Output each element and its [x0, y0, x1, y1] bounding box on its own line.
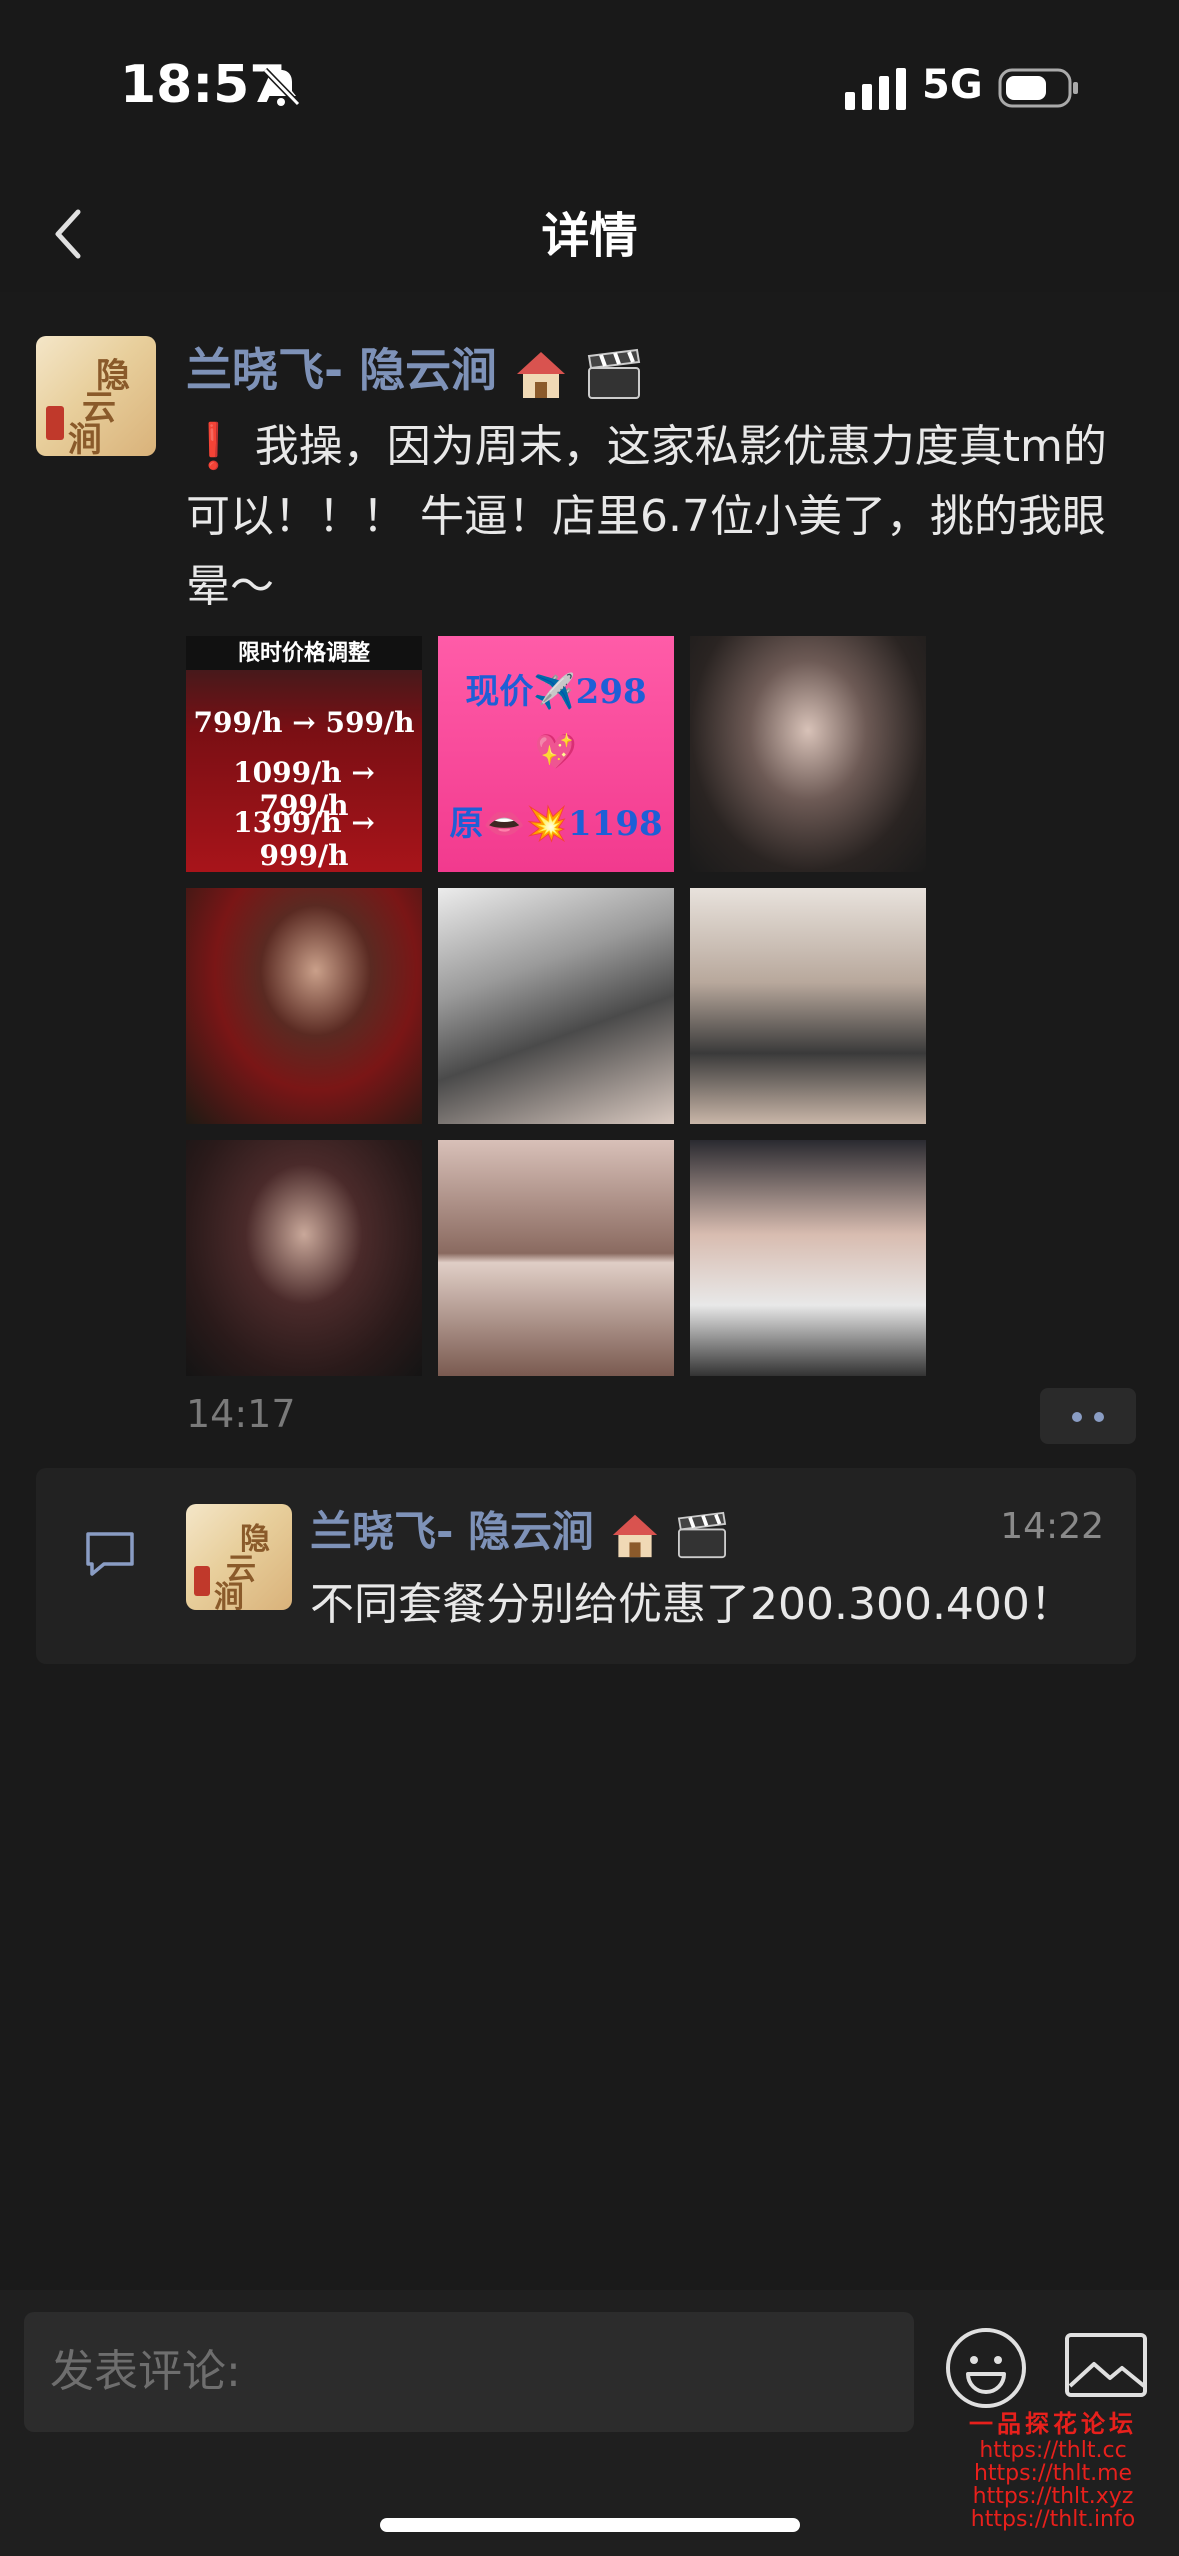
image-thumb-9[interactable]: [690, 1140, 926, 1376]
post-author[interactable]: 兰晓飞- 隐云涧: [186, 334, 643, 400]
post-text: ❗ 我操，因为周末，这家私影优惠力度真tm的可以！！！ 牛逼！店里6.7位小美了…: [186, 421, 1107, 612]
more-actions-button[interactable]: [1040, 1388, 1136, 1444]
comment-input-bar: 发表评论: 一品探花论坛 https://thlt.cc https://thl…: [0, 2290, 1179, 2556]
image-thumb-3[interactable]: [690, 636, 926, 872]
comment-section: 隐 云 涧 兰晓飞- 隐云涧 14:22 不同套餐分别给优惠了200.300.4…: [36, 1468, 1136, 1664]
network-type: 5G: [922, 62, 983, 108]
image-thumb-5[interactable]: [438, 888, 674, 1124]
watermark: 一品探花论坛 https://thlt.cc https://thlt.me h…: [969, 2409, 1137, 2532]
author-avatar[interactable]: 隐 云 涧: [36, 336, 156, 456]
seal-mark: [46, 406, 64, 440]
comment-author[interactable]: 兰晓飞- 隐云涧: [310, 1498, 729, 1559]
image-thumb-1[interactable]: 限时价格调整 799/h → 599/h 1099/h → 799/h 1399…: [186, 636, 422, 872]
commenter-avatar[interactable]: 隐 云 涧: [186, 1504, 292, 1610]
nav-bar: 详情: [0, 170, 1179, 294]
battery-icon: [998, 68, 1078, 108]
page-title: 详情: [541, 208, 638, 264]
status-bar: 18:57 5G: [0, 0, 1179, 170]
comment-icon: [86, 1532, 134, 1576]
emoji-icon[interactable]: [944, 2326, 1028, 2410]
image-thumb-7[interactable]: [186, 1140, 422, 1376]
comment-input[interactable]: 发表评论:: [24, 2312, 914, 2432]
house-emoji-icon: [612, 1514, 657, 1557]
image-thumb-6[interactable]: [690, 888, 926, 1124]
image-thumb-2[interactable]: 现价✈️298 💖 原👄💥1198: [438, 636, 674, 872]
clapperboard-emoji-icon: [587, 348, 641, 399]
bell-muted-icon: [262, 67, 301, 107]
clapperboard-emoji-icon: [678, 1511, 727, 1558]
image-thumb-8[interactable]: [438, 1140, 674, 1376]
comment-time: 14:22: [1000, 1506, 1104, 1547]
image-upload-icon[interactable]: [1064, 2332, 1148, 2404]
house-emoji-icon: [517, 351, 566, 398]
image-thumb-4[interactable]: [186, 888, 422, 1124]
comment-text: 不同套餐分别给优惠了200.300.400！: [310, 1579, 1074, 1630]
post-detail: 隐 云 涧 兰晓飞- 隐云涧 ❗ 我操，因为周末，这家私影优惠力度真tm的可以！…: [0, 292, 1179, 2290]
post-time: 14:17: [186, 1392, 296, 1436]
signal-icon: [845, 68, 906, 110]
home-indicator[interactable]: [380, 2518, 800, 2532]
